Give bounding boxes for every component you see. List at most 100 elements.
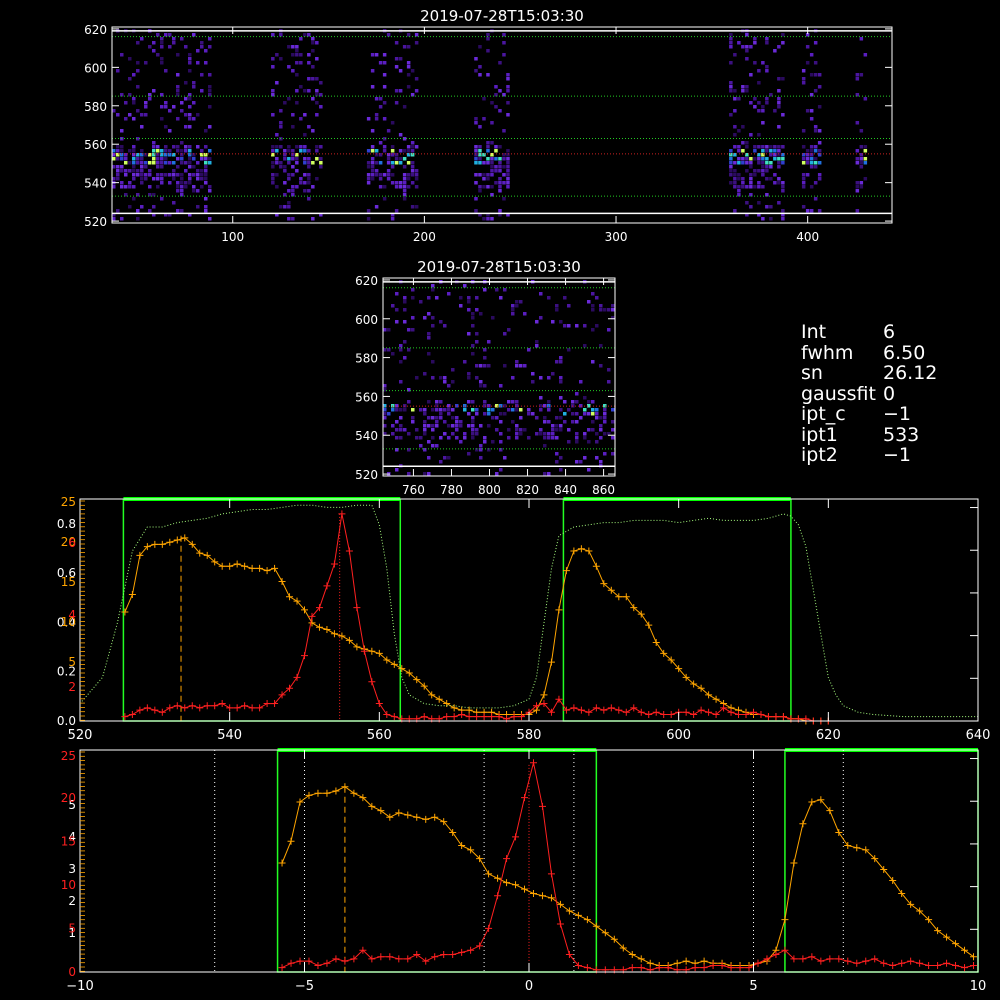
data-point-marker	[256, 564, 264, 572]
image-pixel	[144, 101, 148, 105]
image-pixel	[156, 173, 160, 177]
image-pixel	[427, 416, 431, 420]
image-pixel	[478, 185, 482, 189]
image-pixel	[291, 149, 295, 153]
image-pixel	[781, 157, 785, 161]
image-pixel	[859, 181, 864, 185]
image-pixel	[204, 177, 208, 181]
image-pixel	[777, 161, 781, 165]
image-pixel	[116, 165, 120, 169]
data-point-marker	[341, 783, 349, 791]
image-pixel	[164, 105, 168, 109]
image-pixel	[200, 45, 204, 49]
image-pixel	[591, 428, 595, 432]
image-pixel	[410, 181, 415, 185]
image-pixel	[144, 105, 148, 109]
image-pixel	[506, 185, 510, 189]
image-pixel	[471, 352, 475, 356]
data-point-marker	[293, 673, 301, 681]
image-pixel	[287, 217, 291, 221]
data-point-marker	[556, 900, 564, 908]
image-pixel	[511, 408, 515, 412]
data-point-marker	[790, 859, 798, 867]
image-pixel	[427, 456, 431, 460]
image-pixel	[431, 436, 435, 440]
data-point-marker	[332, 787, 340, 795]
image-pixel	[391, 424, 395, 428]
image-pixel	[749, 193, 753, 197]
data-point-marker	[296, 957, 304, 965]
data-point-marker	[440, 951, 448, 959]
image-pixel	[287, 157, 291, 161]
image-pixel	[817, 141, 822, 145]
data-point-marker	[395, 955, 403, 963]
image-pixel	[390, 161, 395, 165]
image-pixel	[733, 173, 737, 177]
image-pixel	[176, 165, 180, 169]
image-pixel	[124, 101, 128, 105]
image-pixel	[455, 416, 459, 420]
image-pixel	[859, 157, 864, 161]
image-pixel	[287, 205, 291, 209]
image-pixel	[507, 428, 511, 432]
image-pixel	[506, 101, 510, 105]
image-pixel	[374, 161, 379, 165]
image-pixel	[863, 177, 868, 181]
image-pixel	[295, 185, 299, 189]
image-pixel	[733, 177, 737, 181]
image-pixel	[271, 161, 275, 165]
image-pixel	[431, 324, 435, 328]
image-pixel	[729, 161, 733, 165]
image-pixel	[483, 384, 487, 388]
data-point-marker	[660, 710, 668, 718]
image-pixel	[583, 344, 587, 348]
image-pixel	[180, 157, 184, 161]
image-pixel	[402, 149, 407, 153]
image-pixel	[275, 53, 279, 57]
image-pixel	[506, 169, 510, 173]
image-pixel	[415, 376, 419, 380]
image-pixel	[781, 33, 785, 37]
image-pixel	[148, 97, 152, 101]
image-pixel	[729, 33, 733, 37]
image-pixel	[733, 89, 737, 93]
image-pixel	[291, 189, 295, 193]
image-pixel	[208, 37, 212, 41]
image-pixel	[765, 145, 769, 149]
image-pixel	[447, 412, 451, 416]
image-pixel	[279, 145, 283, 149]
image-pixel	[583, 456, 587, 460]
image-pixel	[749, 73, 753, 77]
data-point-marker	[256, 704, 264, 712]
image-pixel	[595, 440, 599, 444]
data-point-marker	[390, 660, 398, 668]
image-pixel	[112, 109, 116, 113]
image-pixel	[419, 436, 423, 440]
image-pixel	[482, 97, 486, 101]
x-tick-label: 640	[966, 728, 991, 743]
image-pixel	[184, 161, 188, 165]
image-pixel	[383, 384, 387, 388]
image-pixel	[398, 161, 403, 165]
image-pixel	[383, 348, 387, 352]
image-pixel	[160, 197, 164, 201]
image-pixel	[801, 181, 806, 185]
image-pixel	[855, 77, 860, 81]
image-pixel	[591, 408, 595, 412]
image-pixel	[494, 157, 498, 161]
image-pixel	[164, 149, 168, 153]
y-tick-label: 580	[355, 352, 378, 366]
image-pixel	[765, 165, 769, 169]
image-pixel	[741, 185, 745, 189]
image-pixel	[463, 408, 467, 412]
image-pixel	[196, 145, 200, 149]
image-pixel	[188, 125, 192, 129]
image-pixel	[591, 328, 595, 332]
image-pixel	[547, 472, 551, 476]
image-pixel	[801, 173, 806, 177]
data-point-marker	[121, 713, 129, 721]
image-pixel	[370, 145, 375, 149]
image-pixel	[733, 181, 737, 185]
image-pixel	[563, 324, 567, 328]
image-pixel	[761, 61, 765, 65]
